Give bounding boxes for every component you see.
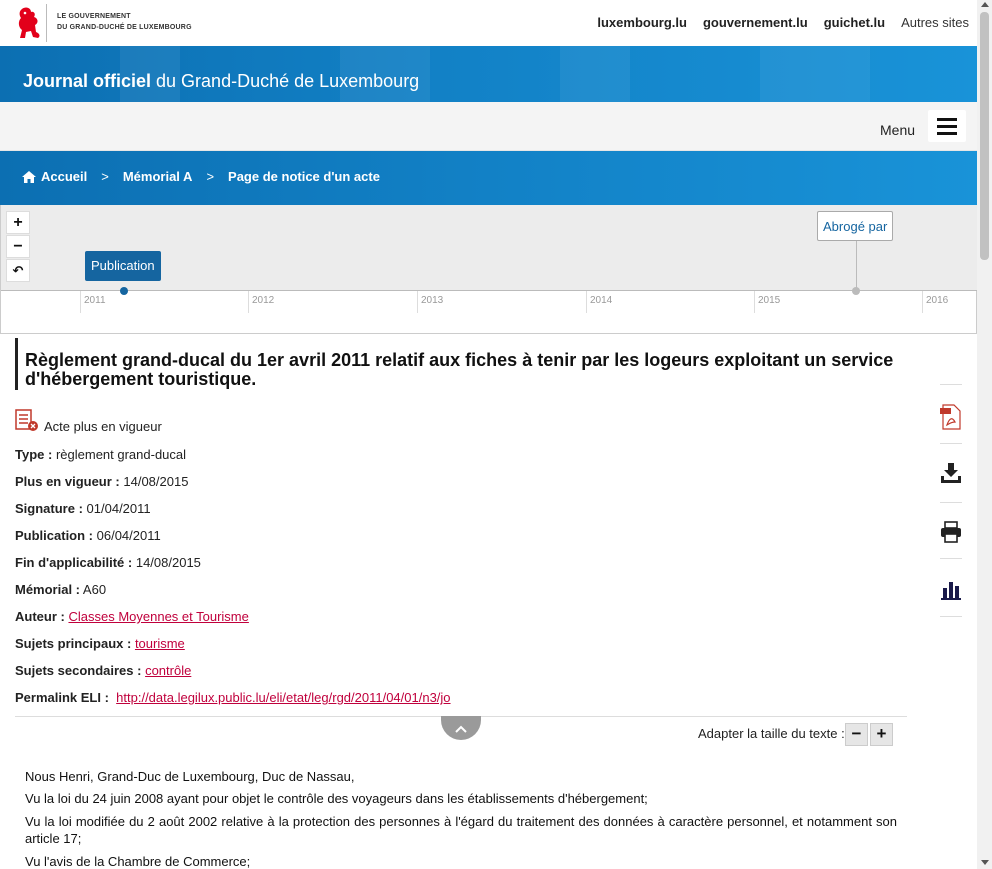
year-2016: 2016 (922, 291, 977, 313)
government-wordmark: Le Gouvernement du Grand-Duché de Luxemb… (57, 11, 192, 33)
status-text: Acte plus en vigueur (44, 419, 162, 434)
eli-permalink[interactable]: http://data.legilux.public.lu/eli/etat/l… (116, 690, 450, 705)
breadcrumb-home[interactable]: Accueil (41, 169, 87, 184)
scroll-up-arrow-icon[interactable] (981, 2, 989, 7)
act-not-in-force-icon (15, 409, 38, 431)
field-value: 14/08/2015 (123, 474, 189, 489)
hamburger-icon (937, 132, 957, 135)
field-label: Publication : (15, 528, 93, 543)
increase-text-button[interactable]: + (870, 723, 893, 746)
breadcrumb-separator: > (206, 169, 215, 184)
timeline-publication-event[interactable]: Publication (85, 251, 161, 281)
hamburger-menu-button[interactable] (928, 110, 966, 142)
menu-bar: Menu (0, 102, 977, 151)
breadcrumb: Accueil > Mémorial A > Page de notice d'… (0, 151, 977, 205)
secondary-subject-link[interactable]: contrôle (145, 663, 191, 678)
field-label: Sujets principaux : (15, 636, 132, 651)
hamburger-icon (937, 125, 957, 128)
site-banner: Journal officiel du Grand-Duché de Luxem… (0, 46, 977, 102)
luxembourg-lion-logo[interactable] (14, 5, 44, 41)
field-value: 06/04/2011 (96, 528, 161, 543)
site-title[interactable]: Journal officiel du Grand-Duché de Luxem… (23, 71, 419, 92)
body-paragraph: Vu l'avis de la Chambre de Commerce; (25, 854, 251, 869)
field-value: 01/04/2011 (86, 501, 151, 516)
gov-line-2: du Grand-Duché de Luxembourg (57, 24, 192, 31)
field-memorial: Mémorial : A60 (15, 582, 106, 597)
field-signature: Signature : 01/04/2011 (15, 501, 151, 516)
reset-view-button[interactable]: ↶ (6, 259, 30, 282)
breadcrumb-current: Page de notice d'un acte (228, 169, 380, 184)
logo-divider (46, 4, 47, 42)
print-icon[interactable] (940, 521, 962, 543)
act-title-block: Règlement grand-ducal du 1er avril 2011 … (15, 338, 895, 390)
banner-texture (560, 46, 630, 102)
timeline[interactable]: + − ↶ Publication Abrogé par 2011 2012 2… (0, 205, 977, 334)
field-label: Signature : (15, 501, 83, 516)
field-value: règlement grand-ducal (55, 447, 187, 462)
scroll-down-arrow-icon[interactable] (981, 860, 989, 865)
field-label: Permalink ELI : (15, 690, 109, 705)
field-label: Mémorial : (15, 582, 81, 597)
banner-texture (760, 46, 870, 102)
year-2013: 2013 (417, 291, 586, 313)
timeline-abroge-event[interactable]: Abrogé par (817, 211, 894, 241)
stats-icon[interactable] (940, 580, 962, 600)
field-plus-en-vigueur: Plus en vigueur : 14/08/2015 (15, 474, 188, 489)
year-2012: 2012 (248, 291, 417, 313)
field-publication: Publication : 06/04/2011 (15, 528, 161, 543)
field-auteur: Auteur : Classes Moyennes et Tourisme (15, 609, 249, 624)
year-2015: 2015 (754, 291, 922, 313)
author-link[interactable]: Classes Moyennes et Tourisme (68, 609, 248, 624)
field-label: Sujets secondaires : (15, 663, 142, 678)
year-2011: 2011 (80, 291, 248, 313)
side-divider (940, 558, 962, 559)
pdf-icon[interactable] (940, 404, 962, 430)
chevron-up-icon (455, 725, 467, 733)
link-luxembourg-lu[interactable]: luxembourg.lu (597, 15, 687, 30)
side-divider (940, 616, 962, 617)
side-divider (940, 384, 962, 385)
other-sites-link[interactable]: Autres sites (901, 15, 969, 30)
breadcrumb-separator: > (101, 169, 109, 184)
download-icon[interactable] (940, 462, 962, 484)
link-gouvernement-lu[interactable]: gouvernement.lu (703, 15, 808, 30)
side-divider (940, 502, 962, 503)
field-fin-applicabilite: Fin d'applicabilité : 14/08/2015 (15, 555, 201, 570)
side-divider (940, 443, 962, 444)
body-paragraph: Vu la loi modifiée du 2 août 2002 relati… (25, 814, 897, 846)
field-permalink-eli: Permalink ELI : http://data.legilux.publ… (15, 690, 451, 705)
act-title: Règlement grand-ducal du 1er avril 2011 … (25, 350, 894, 389)
field-value: 14/08/2015 (135, 555, 201, 570)
abroge-stem (856, 241, 857, 291)
zoom-out-button[interactable]: − (6, 235, 30, 258)
top-bar: Le Gouvernement du Grand-Duché de Luxemb… (0, 0, 977, 46)
home-icon (22, 170, 36, 183)
field-label: Auteur : (15, 609, 65, 624)
hamburger-icon (937, 118, 957, 121)
breadcrumb-memorial-a[interactable]: Mémorial A (123, 169, 193, 184)
body-paragraph: Nous Henri, Grand-Duc de Luxembourg, Duc… (25, 769, 355, 784)
link-guichet-lu[interactable]: guichet.lu (824, 15, 885, 30)
scrollbar-thumb[interactable] (980, 12, 989, 260)
menu-label[interactable]: Menu (880, 122, 915, 138)
field-sujets-secondaires: Sujets secondaires : contrôle (15, 663, 191, 678)
field-type: Type : règlement grand-ducal (15, 447, 186, 462)
zoom-in-button[interactable]: + (6, 211, 30, 234)
gov-line-1: Le Gouvernement (57, 13, 131, 20)
field-label: Plus en vigueur : (15, 474, 120, 489)
field-sujets-principaux: Sujets principaux : tourisme (15, 636, 185, 651)
text-size-label: Adapter la taille du texte : (698, 726, 845, 741)
main-subject-link[interactable]: tourisme (135, 636, 185, 651)
year-2014: 2014 (586, 291, 754, 313)
field-label: Fin d'applicabilité : (15, 555, 133, 570)
act-status: Acte plus en vigueur (15, 409, 162, 434)
site-title-rest: du Grand-Duché de Luxembourg (151, 71, 420, 91)
decrease-text-button[interactable]: − (845, 723, 868, 746)
field-value: A60 (82, 582, 107, 597)
collapse-metadata-button[interactable] (441, 716, 481, 740)
body-paragraph: Vu la loi du 24 juin 2008 ayant pour obj… (25, 791, 648, 806)
top-links: luxembourg.lu gouvernement.lu guichet.lu… (597, 15, 969, 30)
field-label: Type : (15, 447, 53, 462)
site-title-bold: Journal officiel (23, 71, 152, 91)
